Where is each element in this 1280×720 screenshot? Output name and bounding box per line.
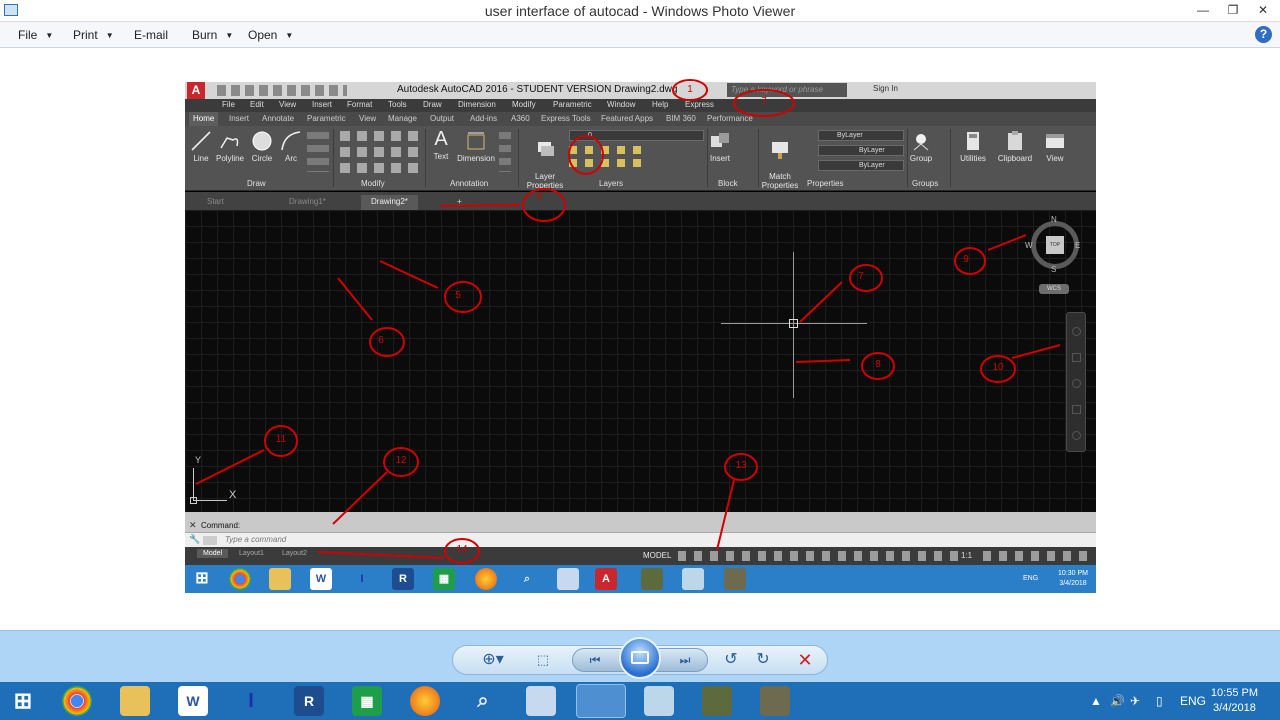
- annotation-label-6: 6: [378, 335, 384, 346]
- annotation-label-12: 12: [395, 455, 407, 466]
- annotation-line-11: [195, 449, 265, 485]
- viewer-toolbar: ⊕▾ ⬚ ⏮ ⏭ ↺ ↻ ✕: [0, 630, 1280, 682]
- game-app-icon-2[interactable]: [760, 686, 790, 716]
- notebook-app-icon[interactable]: [644, 686, 674, 716]
- annotation-line-13: [716, 479, 735, 551]
- rotate-counterclockwise-icon[interactable]: ↺: [720, 649, 742, 671]
- annotation-line-10: [1011, 344, 1061, 359]
- actual-size-icon[interactable]: ⬚: [532, 649, 554, 671]
- photo-viewer-taskbar-icon[interactable]: [576, 684, 626, 718]
- annotation-line-6: [337, 277, 373, 321]
- annotation-label-13: 13: [735, 460, 747, 471]
- game-app-icon-1[interactable]: [702, 686, 732, 716]
- annotation-line-8: [795, 359, 851, 363]
- firefox-icon[interactable]: [410, 686, 440, 716]
- annotation-label-1: 1: [687, 84, 693, 95]
- annotation-line-7: [799, 281, 843, 323]
- annotation-circle-layers: [568, 135, 604, 175]
- annotation-label-title-7: 7: [761, 96, 767, 107]
- annotation-label-7: 7: [858, 271, 864, 282]
- annotation-line-5: [379, 260, 439, 289]
- app-icon-blue-i[interactable]: I: [236, 686, 266, 716]
- language-indicator[interactable]: ENG: [1180, 694, 1206, 708]
- zoom-icon[interactable]: ⊕▾: [478, 649, 508, 671]
- clock-date: 3/4/2018: [1213, 702, 1256, 714]
- rotate-clockwise-icon[interactable]: ↻: [752, 649, 774, 671]
- clock-time: 10:55 PM: [1210, 687, 1258, 699]
- next-icon[interactable]: ⏭: [674, 649, 696, 671]
- annotation-line-12: [332, 471, 388, 525]
- revit-icon[interactable]: R: [294, 686, 324, 716]
- search-tool-icon[interactable]: ⌕: [468, 686, 498, 716]
- delete-icon[interactable]: ✕: [794, 649, 816, 671]
- annotation-label-14: 14: [456, 544, 468, 555]
- annotation-label-5: 5: [455, 290, 461, 301]
- airplane-icon[interactable]: ✈: [1130, 694, 1140, 708]
- annotation-overlay: [195, 79, 1061, 564]
- annotation-label-10: 10: [992, 362, 1004, 373]
- chrome-icon[interactable]: [62, 686, 92, 716]
- annotation-label-9: 9: [963, 254, 969, 265]
- annotation-label-11: 11: [275, 434, 287, 445]
- annotation-label-8: 8: [875, 359, 881, 370]
- tray-chevron-icon[interactable]: ▲: [1090, 694, 1102, 708]
- network-app-icon[interactable]: [526, 686, 556, 716]
- slideshow-button[interactable]: [619, 637, 661, 679]
- annotation-line-9: [987, 234, 1027, 251]
- windows-taskbar: ⊞ W I R ▦ ⌕ ▲ 🔊 ✈ ▯ ENG 10:55 PM 3/4/201…: [0, 682, 1280, 720]
- word-icon[interactable]: W: [178, 686, 208, 716]
- annotation-line-4: [439, 204, 521, 207]
- start-icon[interactable]: ⊞: [8, 686, 38, 716]
- previous-icon[interactable]: ⏮: [584, 649, 606, 671]
- annotation-label-4: 4: [536, 191, 542, 202]
- calculator-app-icon[interactable]: ▦: [352, 686, 382, 716]
- slideshow-icon: [631, 651, 649, 664]
- volume-icon[interactable]: 🔊: [1110, 694, 1125, 708]
- annotation-line-14: [317, 551, 445, 559]
- battery-icon[interactable]: ▯: [1156, 694, 1163, 708]
- file-explorer-icon[interactable]: [120, 686, 150, 716]
- system-clock[interactable]: 10:55 PM 3/4/2018: [1211, 686, 1258, 716]
